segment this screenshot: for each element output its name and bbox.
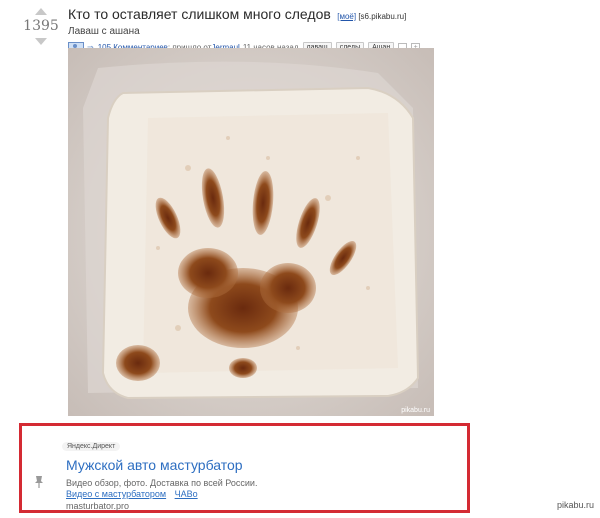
image-watermark: pikabu.ru xyxy=(401,407,430,414)
ad-link-video[interactable]: Видео с мастурбатором xyxy=(66,489,166,499)
post-image[interactable]: pikabu.ru xyxy=(68,48,434,416)
rating-block: 1395 xyxy=(22,8,60,45)
ad-badge[interactable]: Яндекс.Директ xyxy=(62,442,121,451)
post-header: Кто то оставляет слишком много следов [м… xyxy=(68,5,590,54)
ad-block: Яндекс.Директ Мужской авто мастурбатор В… xyxy=(19,423,470,513)
ad-description: Видео обзор, фото. Доставка по всей Росс… xyxy=(66,478,258,488)
lavash-photo: pikabu.ru xyxy=(68,48,434,416)
ad-link-faq[interactable]: ЧАВо xyxy=(175,489,198,499)
post-source: [s6.pikabu.ru] xyxy=(358,12,407,21)
ad-domain: masturbator.pro xyxy=(66,501,130,511)
vote-up-icon[interactable] xyxy=(35,8,47,15)
post-own-tag[interactable]: [моё] xyxy=(337,12,356,21)
corner-watermark: pikabu.ru xyxy=(556,500,594,510)
vote-down-icon[interactable] xyxy=(35,38,47,45)
ad-title[interactable]: Мужской авто мастурбатор xyxy=(66,457,243,473)
post-subtitle: Лаваш с ашана xyxy=(68,26,140,37)
post-score: 1395 xyxy=(23,18,59,34)
post-title[interactable]: Кто то оставляет слишком много следов xyxy=(68,6,331,22)
pin-icon[interactable] xyxy=(33,475,45,489)
